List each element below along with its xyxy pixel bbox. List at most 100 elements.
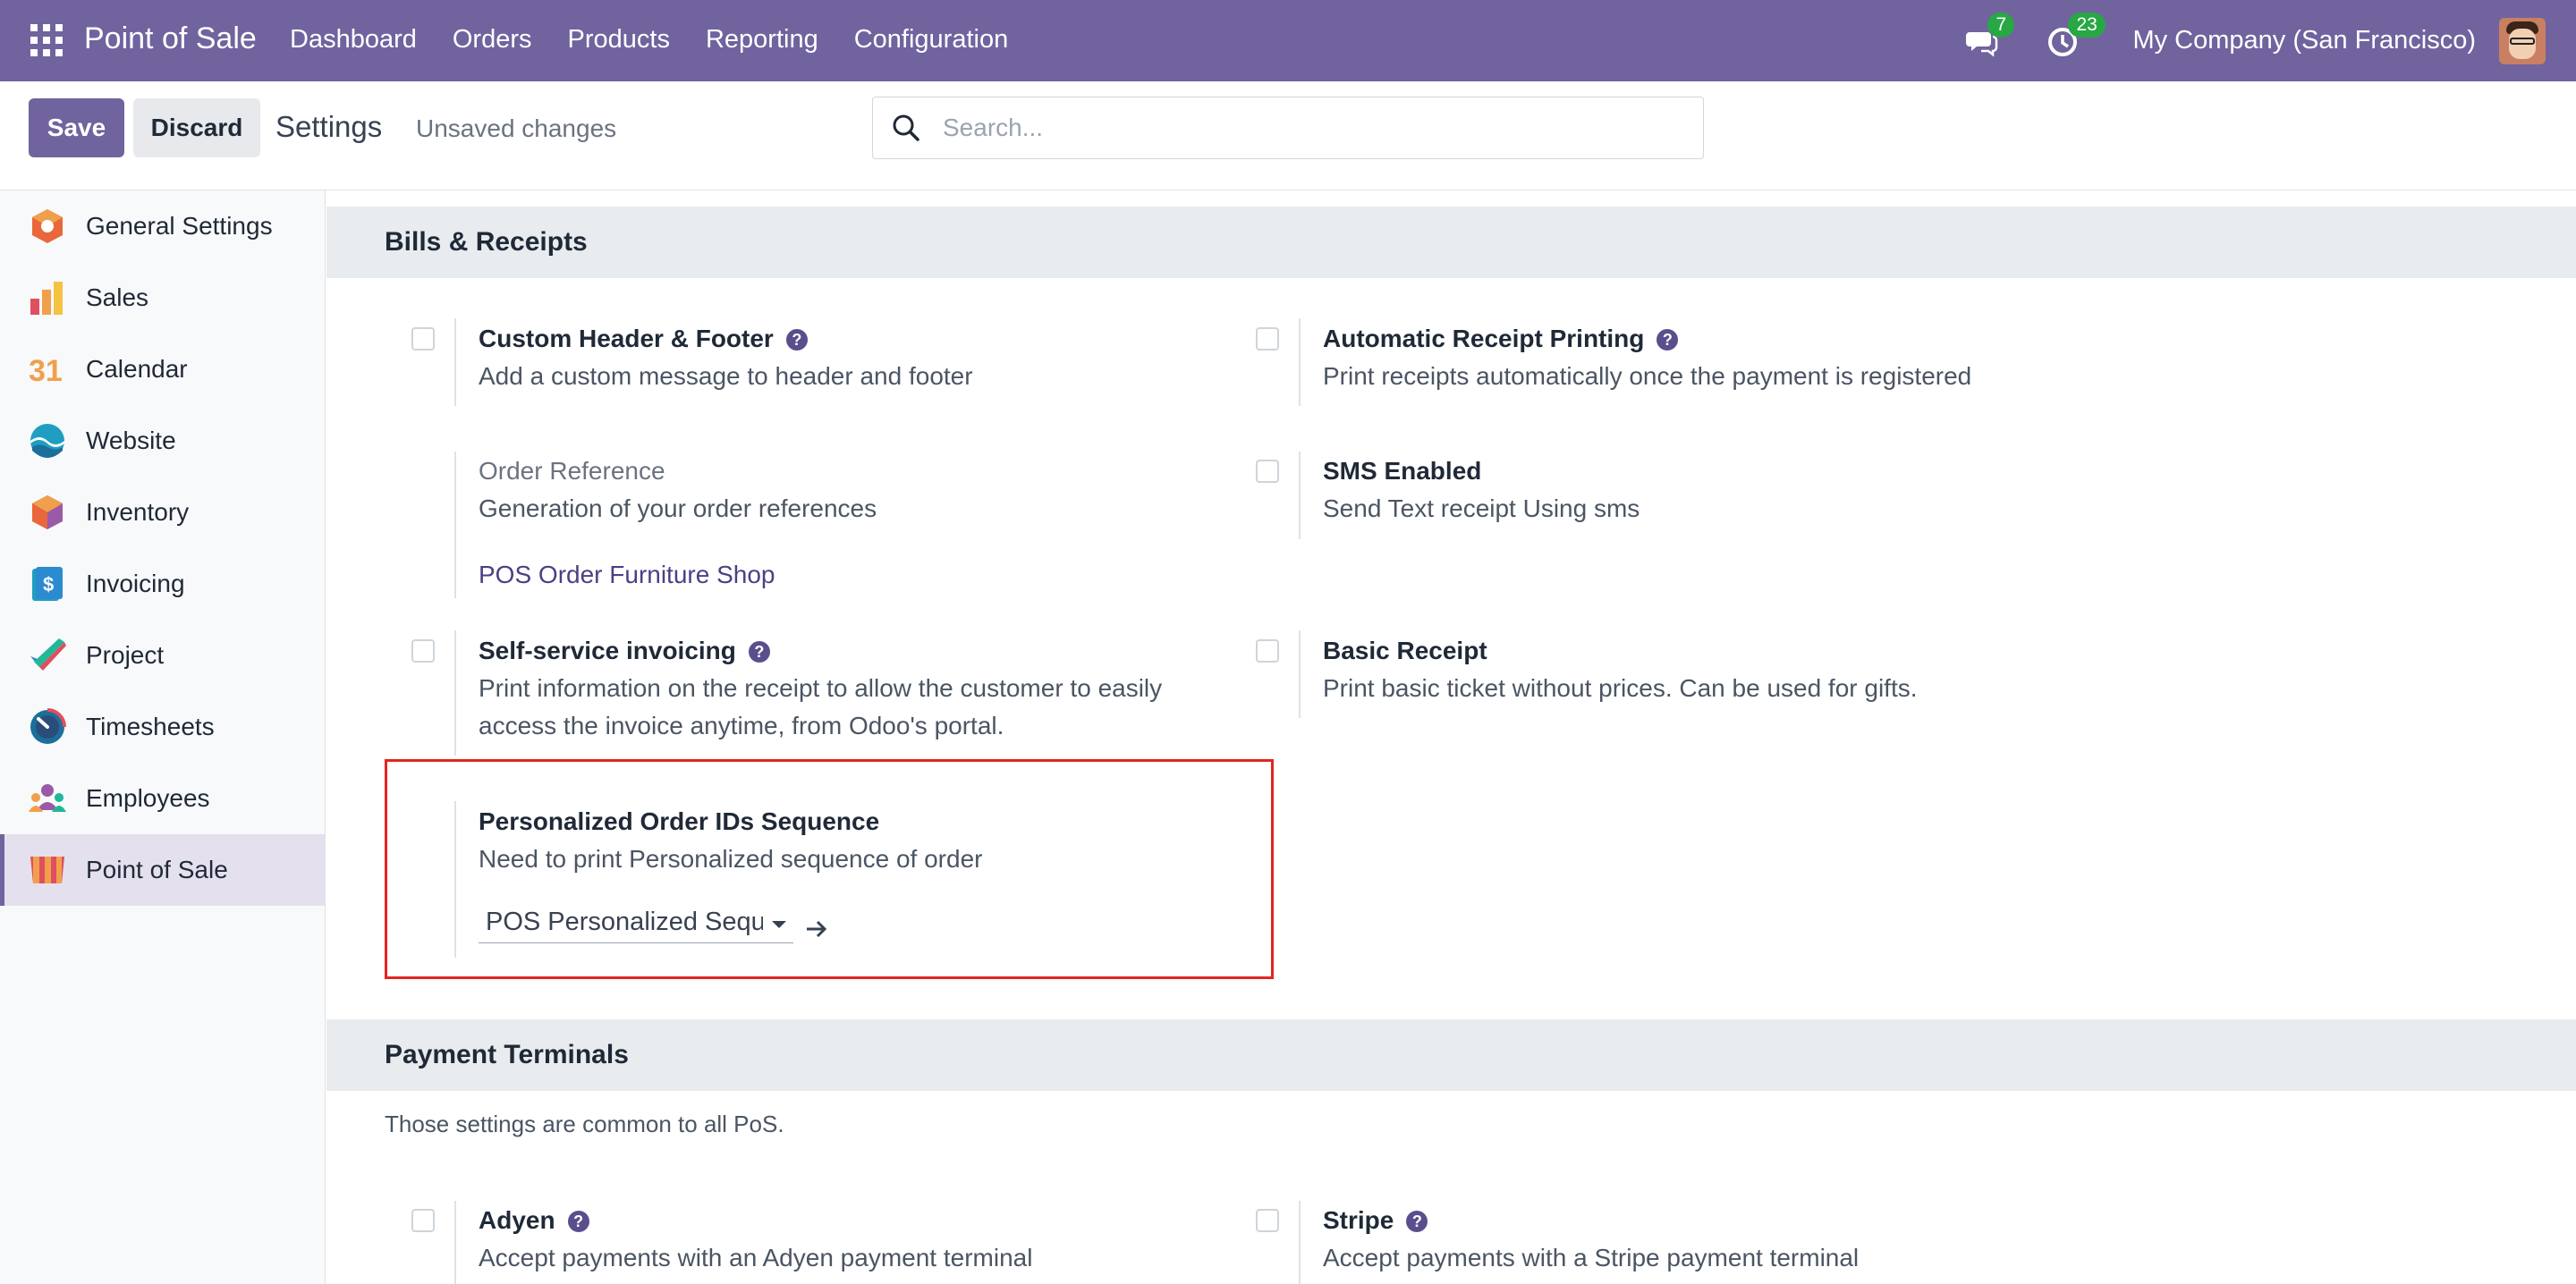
- stripe-title: Stripe?: [1323, 1206, 1428, 1235]
- company-switcher[interactable]: My Company (San Francisco): [2132, 26, 2476, 55]
- self-service-desc-line1: Print information on the receipt to allo…: [479, 674, 1163, 702]
- project-icon: [30, 638, 66, 671]
- sms-title: SMS Enabled: [1323, 457, 1482, 485]
- app-grid-icon[interactable]: [30, 24, 63, 56]
- timesheets-icon: [30, 708, 66, 744]
- search-bar[interactable]: [872, 97, 1704, 159]
- control-panel: Save Discard Settings Unsaved changes: [0, 81, 2576, 190]
- self-service-checkbox[interactable]: [411, 639, 435, 663]
- svg-text:$: $: [43, 573, 54, 596]
- activities-button[interactable]: 23: [2045, 12, 2106, 59]
- menu-reporting[interactable]: Reporting: [706, 25, 818, 55]
- discard-button[interactable]: Discard: [133, 98, 260, 157]
- sales-icon: [30, 282, 63, 315]
- menu-orders[interactable]: Orders: [453, 25, 532, 55]
- unsaved-status: Unsaved changes: [416, 114, 617, 142]
- arrow-right-icon[interactable]: [803, 916, 830, 942]
- setting-divider: [454, 318, 456, 406]
- stripe-checkbox[interactable]: [1256, 1209, 1279, 1232]
- sidebar-item-invoicing[interactable]: $ Invoicing: [0, 548, 325, 620]
- general-settings-icon: [32, 209, 63, 243]
- setting-divider: [454, 801, 456, 958]
- sidebar-item-label: Inventory: [86, 498, 190, 526]
- basic-receipt-desc: Print basic ticket without prices. Can b…: [1323, 674, 1918, 702]
- point-of-sale-icon: [30, 857, 64, 883]
- setting-divider: [1299, 1201, 1301, 1284]
- sidebar-item-calendar[interactable]: 31 Calendar: [0, 334, 325, 405]
- help-icon[interactable]: ?: [1657, 329, 1679, 351]
- search-input[interactable]: [943, 114, 1676, 142]
- svg-text:31: 31: [29, 354, 63, 388]
- top-navbar: Point of Sale Dashboard Orders Products …: [0, 0, 2576, 81]
- section-bills-receipts: Bills & Receipts: [326, 207, 2576, 278]
- sidebar-item-timesheets[interactable]: Timesheets: [0, 691, 325, 763]
- setting-divider: [1299, 318, 1301, 406]
- page-title: Settings: [275, 110, 383, 143]
- sidebar-item-label: Calendar: [86, 355, 188, 383]
- personalized-sequence-select[interactable]: POS Personalized Sequence: [479, 904, 793, 943]
- custom-header-title: Custom Header & Footer?: [479, 325, 808, 353]
- menu-dashboard[interactable]: Dashboard: [290, 25, 417, 55]
- settings-content: Bills & Receipts Custom Header & Footer?…: [326, 190, 2576, 1284]
- user-avatar[interactable]: [2499, 17, 2546, 64]
- sidebar-item-label: Point of Sale: [86, 856, 228, 883]
- auto-print-title: Automatic Receipt Printing?: [1323, 325, 1679, 353]
- sidebar-item-employees[interactable]: Employees: [0, 763, 325, 834]
- search-icon: [893, 114, 919, 141]
- menu-products[interactable]: Products: [568, 25, 670, 55]
- adyen-desc: Accept payments with an Adyen payment te…: [479, 1244, 1033, 1271]
- website-icon: [30, 424, 64, 458]
- messages-count-badge: 7: [1987, 12, 2015, 38]
- sidebar-item-label: General Settings: [86, 212, 273, 240]
- messages-button[interactable]: 7: [1964, 12, 2015, 59]
- sidebar-item-label: Invoicing: [86, 570, 185, 597]
- inventory-icon: [32, 495, 63, 529]
- order-reference-link[interactable]: POS Order Furniture Shop: [479, 561, 775, 589]
- sidebar-item-label: Timesheets: [86, 713, 215, 740]
- sidebar-item-general-settings[interactable]: General Settings: [0, 190, 325, 262]
- sidebar-item-website[interactable]: Website: [0, 405, 325, 477]
- employees-icon: [29, 784, 66, 812]
- navbar-systray: 7 23 My Company (San Francisco): [1964, 0, 2576, 81]
- personalized-sequence-title: Personalized Order IDs Sequence: [479, 807, 880, 835]
- setting-divider: [1299, 452, 1301, 539]
- sidebar-item-point-of-sale[interactable]: Point of Sale: [0, 834, 325, 906]
- setting-divider: [454, 452, 456, 598]
- activities-count-badge: 23: [2068, 12, 2106, 38]
- main-menu: Dashboard Orders Products Reporting Conf…: [290, 25, 1008, 55]
- sidebar-item-inventory[interactable]: Inventory: [0, 477, 325, 548]
- basic-receipt-checkbox[interactable]: [1256, 639, 1279, 663]
- help-icon[interactable]: ?: [1406, 1211, 1428, 1232]
- sidebar-item-project[interactable]: Project: [0, 620, 325, 691]
- app-brand[interactable]: Point of Sale: [84, 21, 257, 56]
- adyen-title: Adyen?: [479, 1206, 589, 1235]
- sidebar-item-label: Project: [86, 641, 165, 669]
- custom-header-checkbox[interactable]: [411, 327, 435, 351]
- payment-terminals-note: Those settings are common to all PoS.: [385, 1111, 784, 1137]
- setting-divider: [1299, 630, 1301, 718]
- auto-print-checkbox[interactable]: [1256, 327, 1279, 351]
- stripe-desc: Accept payments with a Stripe payment te…: [1323, 1244, 1860, 1271]
- section-payment-terminals: Payment Terminals: [326, 1019, 2576, 1091]
- personalized-sequence-desc: Need to print Personalized sequence of o…: [479, 845, 983, 873]
- sidebar-item-label: Sales: [86, 283, 149, 311]
- help-icon[interactable]: ?: [567, 1211, 589, 1232]
- setting-divider: [454, 1201, 456, 1284]
- sidebar-item-label: Website: [86, 427, 176, 454]
- selected-sequence-value: POS Personalized Sequence: [486, 908, 763, 936]
- sms-checkbox[interactable]: [1256, 460, 1279, 483]
- save-button[interactable]: Save: [29, 98, 124, 157]
- menu-configuration[interactable]: Configuration: [854, 25, 1009, 55]
- sidebar-item-sales[interactable]: Sales: [0, 262, 325, 334]
- setting-divider: [454, 630, 456, 756]
- invoicing-icon: $: [32, 567, 63, 601]
- help-icon[interactable]: ?: [785, 329, 808, 351]
- custom-header-desc: Add a custom message to header and foote…: [479, 362, 973, 390]
- order-reference-desc: Generation of your order references: [479, 494, 877, 522]
- basic-receipt-title: Basic Receipt: [1323, 637, 1487, 664]
- auto-print-desc: Print receipts automatically once the pa…: [1323, 362, 1972, 390]
- settings-sidebar: General Settings Sales 31 Calendar Websi…: [0, 190, 326, 1284]
- help-icon[interactable]: ?: [748, 641, 770, 663]
- adyen-checkbox[interactable]: [411, 1209, 435, 1232]
- calendar-icon: 31: [29, 354, 63, 388]
